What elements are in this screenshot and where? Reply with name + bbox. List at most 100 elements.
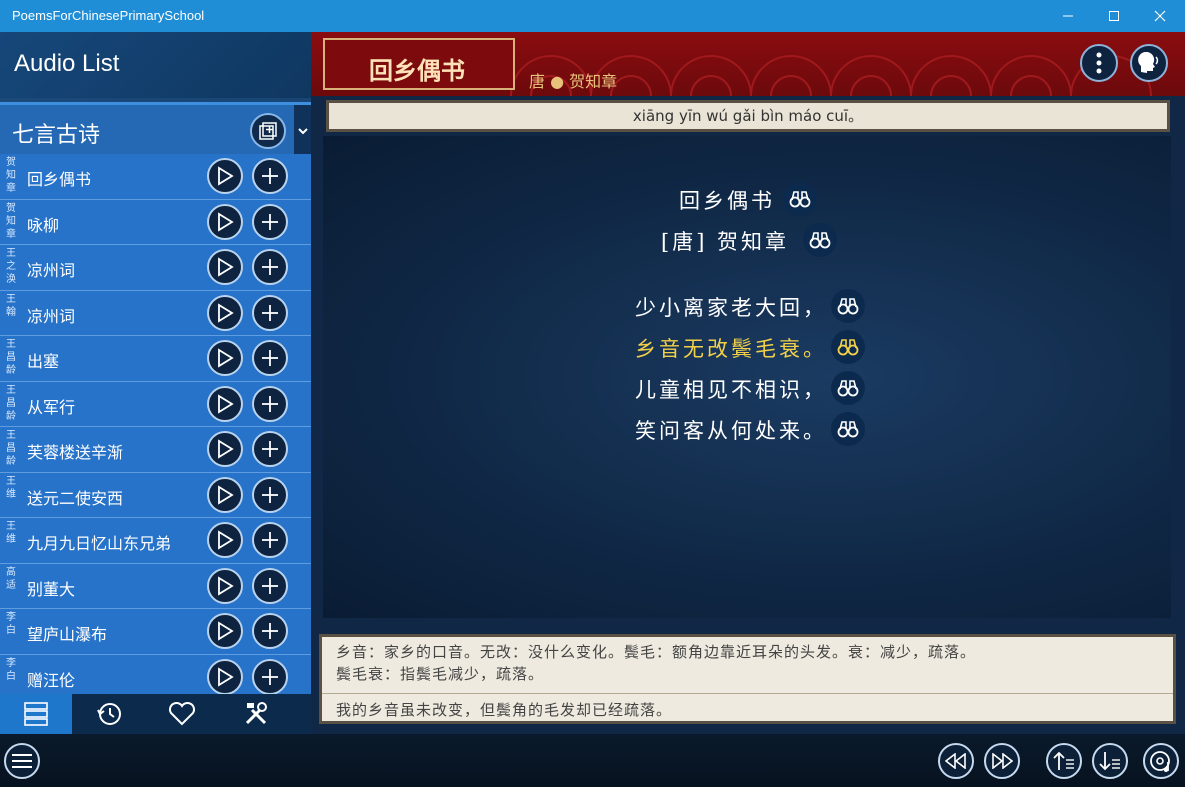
play-button[interactable] (207, 294, 243, 331)
play-button[interactable] (207, 249, 243, 285)
app-title: PoemsForChinesePrimarySchool (12, 8, 205, 23)
lookup-title-button[interactable] (783, 182, 817, 216)
poem-dynasty: 唐 (529, 72, 546, 91)
play-button[interactable] (207, 340, 243, 376)
play-button[interactable] (207, 431, 243, 467)
poem-dynasty-author: 唐 ● 贺知章 (529, 72, 618, 91)
list-item[interactable]: 高适 别董大 (0, 563, 311, 609)
add-button[interactable] (252, 476, 288, 513)
play-button[interactable] (207, 476, 243, 513)
add-button[interactable] (252, 522, 288, 558)
plus-icon (262, 168, 278, 184)
category-dropdown[interactable] (294, 105, 311, 157)
lookup-line-button[interactable] (831, 371, 865, 405)
binoculars-icon (837, 380, 859, 397)
more-vertical-icon (1096, 52, 1102, 74)
list-item[interactable]: 贺知章 回乡偶书 (0, 154, 311, 200)
sort-down-button[interactable] (1092, 743, 1128, 779)
add-button[interactable] (252, 158, 288, 194)
list-item[interactable]: 李白 望庐山瀑布 (0, 609, 311, 655)
list-item[interactable]: 王昌龄 出塞 (0, 336, 311, 382)
list-item[interactable]: 王维 九月九日忆山东兄弟 (0, 518, 311, 564)
audio-list-title: Audio List (14, 50, 120, 77)
previous-button[interactable] (938, 743, 974, 779)
plus-icon (262, 532, 278, 548)
list-item-title[interactable]: 送元二使安西 (27, 485, 123, 509)
play-button[interactable] (207, 158, 243, 194)
lookup-line-button[interactable] (831, 289, 865, 323)
play-button[interactable] (207, 385, 243, 422)
list-item-author: 李白 (6, 612, 16, 636)
tab-list[interactable] (0, 694, 72, 734)
annotation-text: 乡音：家乡的口音。无改：没什么变化。鬓毛：额角边靠近耳朵的头发。衰：减少，疏落。… (336, 641, 1166, 685)
speak-button[interactable] (1130, 44, 1168, 82)
poem-line: 乡音无改鬓毛衰。 (635, 337, 827, 361)
maximize-icon (1109, 11, 1119, 21)
heart-icon (168, 701, 196, 726)
play-button[interactable] (207, 658, 243, 694)
list-item-title[interactable]: 望庐山瀑布 (27, 621, 107, 645)
list-item[interactable]: 贺知章 咏柳 (0, 199, 311, 245)
play-button[interactable] (207, 567, 243, 604)
maximize-button[interactable] (1091, 0, 1137, 32)
list-item-author: 王昌龄 (6, 339, 16, 376)
poem-title-plaque: 回乡偶书 (323, 38, 515, 90)
history-icon (97, 703, 121, 725)
list-item-title[interactable]: 赠汪伦 (27, 667, 75, 691)
list-item-title[interactable]: 别董大 (27, 576, 75, 600)
list-item-title[interactable]: 从军行 (27, 394, 75, 418)
list-item[interactable]: 王昌龄 芙蓉楼送辛渐 (0, 427, 311, 473)
add-to-playlist-icon (259, 122, 277, 140)
next-button[interactable] (984, 743, 1020, 779)
list-item[interactable]: 王翰 凉州词 (0, 290, 311, 336)
list-item-title[interactable]: 九月九日忆山东兄弟 (27, 530, 171, 554)
binoculars-icon (789, 191, 811, 208)
add-all-button[interactable] (250, 113, 286, 149)
close-button[interactable] (1137, 0, 1183, 32)
list-item-title[interactable]: 回乡偶书 (27, 166, 91, 190)
add-button[interactable] (252, 203, 288, 240)
add-button[interactable] (252, 567, 288, 604)
list-item[interactable]: 王维 送元二使安西 (0, 472, 311, 518)
poem-stage: 回乡偶书 [唐] 贺知章 少小离家老大回， 乡音无改鬓毛衰。 儿童相见不相识， 笑问客… (323, 136, 1171, 618)
play-icon (218, 439, 234, 459)
list-item-title[interactable]: 凉州词 (27, 303, 75, 327)
sort-up-button[interactable] (1046, 743, 1082, 779)
add-button[interactable] (252, 658, 288, 694)
play-button[interactable] (207, 203, 243, 240)
category-label[interactable]: 七言古诗 (12, 117, 100, 149)
binoculars-icon (837, 298, 859, 315)
tab-tools[interactable] (220, 694, 292, 734)
list-item[interactable]: 王之涣 凉州词 (0, 245, 311, 291)
list-item-title[interactable]: 芙蓉楼送辛渐 (27, 439, 123, 463)
play-icon (218, 211, 234, 232)
add-button[interactable] (252, 249, 288, 285)
translation-text: 我的乡音虽未改变，但鬓角的毛发却已经疏落。 (336, 701, 673, 719)
add-button[interactable] (252, 613, 288, 649)
menu-button[interactable] (4, 743, 40, 779)
list-item-title[interactable]: 咏柳 (27, 212, 59, 236)
play-button[interactable] (207, 613, 243, 649)
tab-history[interactable] (74, 694, 146, 734)
play-icon (218, 621, 234, 641)
add-button[interactable] (252, 340, 288, 376)
lookup-line-button[interactable] (831, 412, 865, 446)
list-item-title[interactable]: 凉州词 (27, 257, 75, 281)
audio-settings-button[interactable] (1143, 743, 1179, 779)
poem-line: 儿童相见不相识， (635, 378, 827, 402)
lookup-line-button[interactable] (831, 330, 865, 364)
add-button[interactable] (252, 294, 288, 331)
minimize-button[interactable] (1045, 0, 1091, 32)
title-bar: PoemsForChinesePrimarySchool (0, 0, 1185, 32)
list-item-author: 王翰 (6, 293, 16, 318)
add-button[interactable] (252, 385, 288, 422)
list-item-author: 贺知章 (6, 157, 16, 194)
more-options-button[interactable] (1080, 44, 1118, 82)
lookup-author-button[interactable] (803, 223, 837, 257)
list-item[interactable]: 李白 赠汪伦 (0, 654, 311, 694)
list-item-title[interactable]: 出塞 (27, 348, 59, 372)
tab-favorites[interactable] (146, 694, 218, 734)
list-item[interactable]: 王昌龄 从军行 (0, 381, 311, 427)
play-button[interactable] (207, 522, 243, 558)
add-button[interactable] (252, 431, 288, 467)
